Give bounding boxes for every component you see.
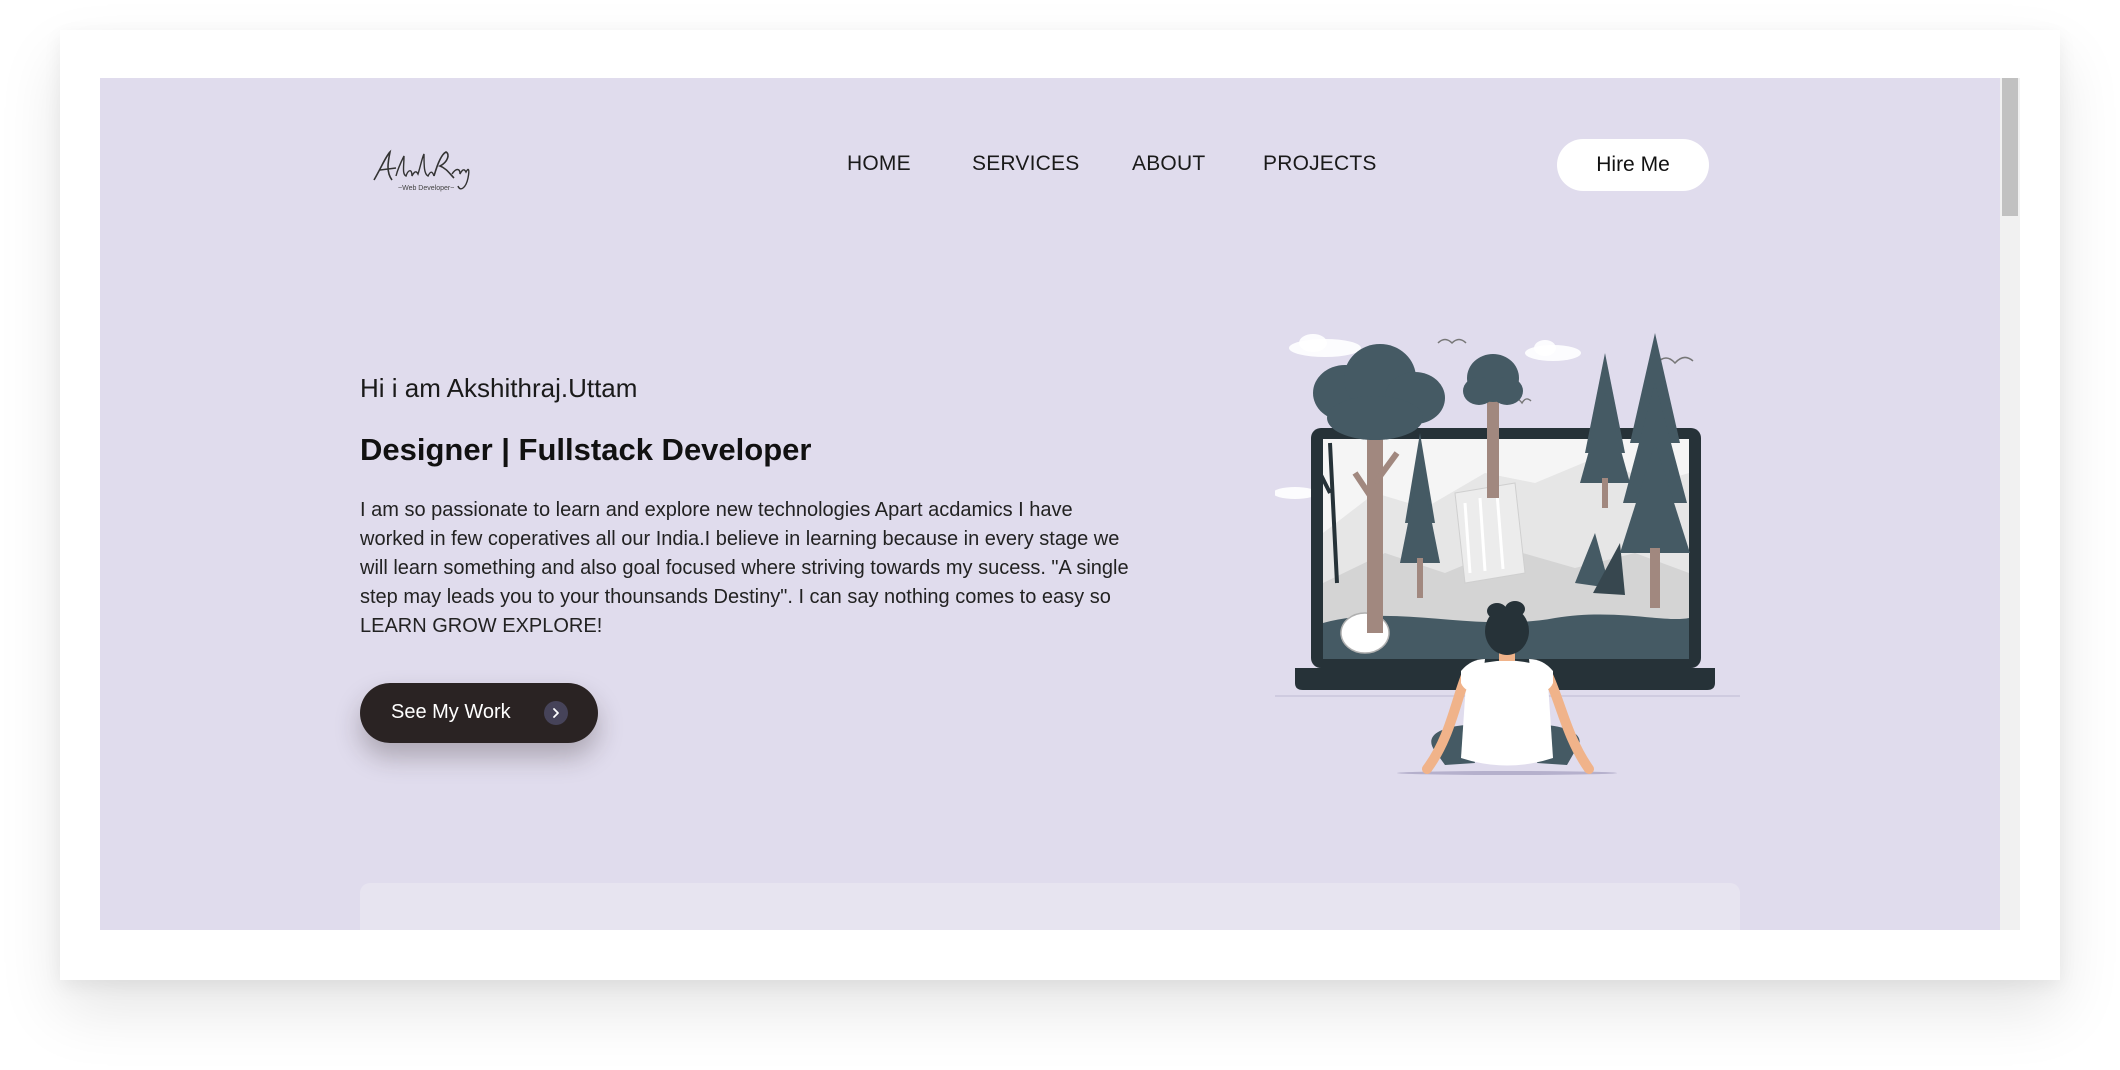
scrollbar[interactable] <box>2000 78 2020 930</box>
nav-projects[interactable]: PROJECTS <box>1263 152 1377 176</box>
chevron-right-icon <box>544 701 568 725</box>
hero-role: Designer | Fullstack Developer <box>360 432 812 467</box>
nav-services[interactable]: SERVICES <box>972 152 1079 176</box>
hero-greeting: Hi i am Akshithraj.Uttam <box>360 373 638 403</box>
nav-home[interactable]: HOME <box>847 152 911 176</box>
hero-illustration <box>1273 333 1740 788</box>
logo-subtext: ~Web Developer~ <box>398 185 454 192</box>
logo[interactable]: ~Web Developer~ <box>368 138 478 198</box>
logo-signature-icon: ~Web Developer~ <box>373 149 470 192</box>
hero-bio: I am so passionate to learn and explore … <box>360 499 1129 637</box>
see-my-work-label: See My Work <box>391 701 511 723</box>
scrollbar-thumb[interactable] <box>2002 78 2018 216</box>
page-viewport: ~Web Developer~ HOME SERVICES ABOUT PROJ… <box>100 78 2000 930</box>
see-my-work-button[interactable]: See My Work <box>360 683 598 743</box>
laptop-forest-illustration-icon <box>1273 333 1740 775</box>
nav-about[interactable]: ABOUT <box>1132 152 1205 176</box>
services-card-strip <box>360 883 1740 930</box>
hire-me-button[interactable]: Hire Me <box>1557 139 1709 191</box>
